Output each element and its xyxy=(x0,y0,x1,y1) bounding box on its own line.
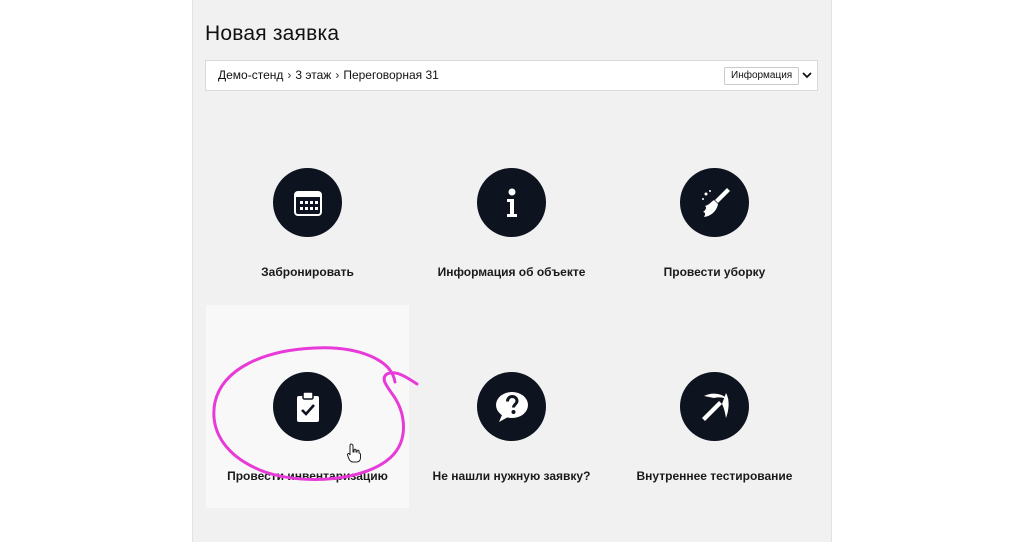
tile-internal-testing[interactable]: Внутреннее тестирование xyxy=(613,305,816,508)
page-title: Новая заявка xyxy=(205,22,340,45)
tile-not-found[interactable]: Не нашли нужную заявку? xyxy=(410,305,613,508)
tile-inventory[interactable]: Провести инвентаризацию xyxy=(206,305,409,508)
question-bubble-icon xyxy=(477,372,546,441)
tile-cleaning[interactable]: Провести уборку xyxy=(613,101,816,304)
info-button[interactable]: Информация xyxy=(724,67,800,85)
pickaxe-icon xyxy=(680,372,749,441)
info-icon xyxy=(477,168,546,237)
breadcrumb-separator: › xyxy=(335,68,340,82)
breadcrumb-item-building[interactable]: Демо-стенд xyxy=(218,68,283,82)
broom-icon xyxy=(680,168,749,237)
tile-label: Провести инвентаризацию xyxy=(227,469,388,483)
breadcrumb-item-room[interactable]: Переговорная 31 xyxy=(343,68,439,82)
calendar-icon xyxy=(273,168,342,237)
location-bar: Демо-стенд › 3 этаж › Переговорная 31 Информ… xyxy=(205,60,818,91)
tile-label: Внутреннее тестирование xyxy=(636,469,793,483)
tile-label: Забронировать xyxy=(261,265,354,279)
breadcrumb-separator: › xyxy=(287,68,292,82)
tile-book[interactable]: Забронировать xyxy=(206,101,409,304)
tile-label: Провести уборку xyxy=(663,265,766,279)
tile-label: Не нашли нужную заявку? xyxy=(432,469,591,483)
tile-object-info[interactable]: Информация об объекте xyxy=(410,101,613,304)
tile-label: Информация об объекте xyxy=(437,265,586,279)
clipboard-check-icon xyxy=(273,372,342,441)
breadcrumb: Демо-стенд › 3 этаж › Переговорная 31 xyxy=(218,68,439,82)
chevron-down-icon[interactable] xyxy=(800,68,814,82)
breadcrumb-item-floor[interactable]: 3 этаж xyxy=(295,68,331,82)
